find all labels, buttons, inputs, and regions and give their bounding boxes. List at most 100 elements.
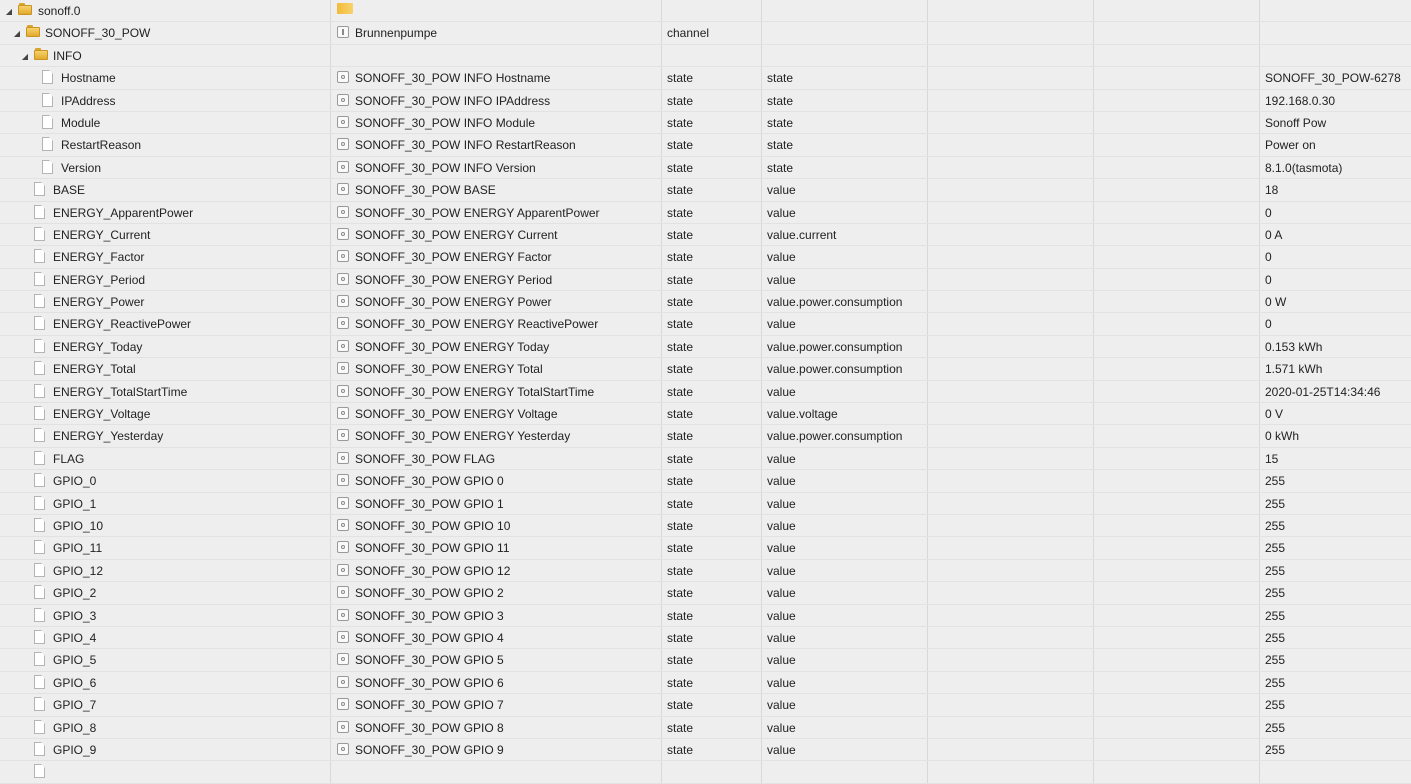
tree-row[interactable]: ◢ sonoff.0: [0, 0, 1411, 23]
state-icon: [337, 384, 349, 397]
id-cell[interactable]: ENERGY_Power: [0, 291, 331, 313]
value-cell: Power on: [1260, 134, 1411, 155]
file-icon: [34, 697, 45, 712]
id-cell[interactable]: ENERGY_Current: [0, 223, 331, 246]
id-cell[interactable]: Version: [0, 156, 331, 179]
value-cell: 0.153 kWh: [1260, 336, 1411, 357]
tree-row[interactable]: ENERGY_ReactivePower SONOFF_30_POW ENERGY…: [0, 313, 1411, 336]
id-cell[interactable]: BASE: [0, 179, 331, 201]
tree-row[interactable]: GPIO_7 SONOFF_30_POW GPIO 7 state value 255: [0, 694, 1411, 717]
tree-row[interactable]: GPIO_4 SONOFF_30_POW GPIO 4 state value 255: [0, 626, 1411, 650]
id-cell[interactable]: ◢ SONOFF_30_POW: [0, 22, 331, 44]
object-name: GPIO_3: [53, 608, 97, 623]
tree-row[interactable]: ENERGY_Current SONOFF_30_POW ENERGY Curre…: [0, 223, 1411, 247]
tree-row[interactable]: GPIO_10 SONOFF_30_POW GPIO 10 state value 25…: [0, 514, 1411, 538]
id-cell[interactable]: GPIO_5: [0, 649, 331, 671]
file-icon: [34, 338, 45, 353]
tree-row[interactable]: Module SONOFF_30_POW INFO Module state stat…: [0, 111, 1411, 135]
tree-row[interactable]: IPAddress SONOFF_30_POW INFO IPAddress sta…: [0, 89, 1411, 112]
tree-row[interactable]: ENERGY_ApparentPower SONOFF_30_POW ENERGY…: [0, 201, 1411, 224]
id-cell[interactable]: ENERGY_TotalStartTime: [0, 380, 331, 403]
function-cell: [1094, 447, 1260, 470]
id-cell[interactable]: GPIO_12: [0, 559, 331, 582]
room-cell: [928, 649, 1094, 671]
object-role: state: [767, 138, 794, 153]
role-cell: value: [762, 313, 928, 335]
id-cell[interactable]: ENERGY_Voltage: [0, 403, 331, 425]
tree-row[interactable]: GPIO_8 SONOFF_30_POW GPIO 8 state value 255: [0, 716, 1411, 739]
tree-row[interactable]: GPIO_3 SONOFF_30_POW GPIO 3 state value 255: [0, 604, 1411, 627]
object-name: ENERGY_TotalStartTime: [53, 384, 188, 399]
expand-toggle-icon[interactable]: ◢: [4, 5, 14, 18]
id-cell[interactable]: ENERGY_Period: [0, 268, 331, 291]
value-cell: 0 kWh: [1260, 425, 1411, 446]
id-cell[interactable]: ENERGY_ApparentPower: [0, 201, 331, 223]
tree-row[interactable]: BASE SONOFF_30_POW BASE state value 18: [0, 179, 1411, 202]
id-cell[interactable]: ENERGY_ReactivePower: [0, 313, 331, 335]
value-cell: 255: [1260, 694, 1411, 715]
tree-row[interactable]: RestartReason SONOFF_30_POW INFO RestartR…: [0, 134, 1411, 157]
tree-row[interactable]: ENERGY_Factor SONOFF_30_POW ENERGY Factor…: [0, 246, 1411, 269]
tree-row[interactable]: FLAG SONOFF_30_POW FLAG state value 15: [0, 447, 1411, 471]
file-icon: [34, 428, 45, 443]
tree-row[interactable]: GPIO_5 SONOFF_30_POW GPIO 5 state value 255: [0, 649, 1411, 672]
id-cell[interactable]: ENERGY_Total: [0, 358, 331, 380]
tree-row[interactable]: ENERGY_Power SONOFF_30_POW ENERGY Power st…: [0, 291, 1411, 314]
tree-row[interactable]: GPIO_12 SONOFF_30_POW GPIO 12 state value 25…: [0, 559, 1411, 583]
id-cell[interactable]: ◢ sonoff.0: [0, 0, 331, 22]
role-cell: value: [762, 380, 928, 403]
tree-row[interactable]: GPIO_2 SONOFF_30_POW GPIO 2 state value 255: [0, 582, 1411, 605]
tree-row[interactable]: ◢ INFO: [0, 44, 1411, 68]
tree-row[interactable]: GPIO_9 SONOFF_30_POW GPIO 9 state value 255: [0, 738, 1411, 762]
tree-row[interactable]: ENERGY_TotalStartTime SONOFF_30_POW ENERG…: [0, 380, 1411, 404]
id-cell[interactable]: GPIO_6: [0, 671, 331, 694]
expand-toggle-icon[interactable]: ◢: [20, 50, 30, 63]
id-cell[interactable]: GPIO_3: [0, 604, 331, 626]
id-cell[interactable]: IPAddress: [0, 89, 331, 111]
tree-row[interactable]: GPIO_6 SONOFF_30_POW GPIO 6 state value 255: [0, 671, 1411, 695]
tree-row[interactable]: ENERGY_Voltage SONOFF_30_POW ENERGY Volta…: [0, 403, 1411, 426]
folder-icon: [18, 3, 32, 15]
tree-row[interactable]: GPIO_1 SONOFF_30_POW GPIO 1 state value 255: [0, 492, 1411, 515]
id-cell[interactable]: Module: [0, 111, 331, 134]
tree-row[interactable]: GPIO_0 SONOFF_30_POW GPIO 0 state value 255: [0, 470, 1411, 493]
id-cell[interactable]: GPIO_1: [0, 492, 331, 514]
value-cell: 0 V: [1260, 403, 1411, 424]
id-cell[interactable]: GPIO_10: [0, 514, 331, 537]
id-cell[interactable]: GPIO_4: [0, 626, 331, 649]
id-cell[interactable]: GPIO_11: [0, 537, 331, 559]
tree-row[interactable]: [0, 761, 1411, 784]
tree-row[interactable]: ENERGY_Period SONOFF_30_POW ENERGY Period…: [0, 268, 1411, 292]
file-icon: [34, 182, 45, 197]
tree-row[interactable]: ENERGY_Total SONOFF_30_POW ENERGY Total st…: [0, 358, 1411, 381]
id-cell[interactable]: RestartReason: [0, 134, 331, 156]
id-cell[interactable]: GPIO_0: [0, 470, 331, 492]
id-cell[interactable]: Hostname: [0, 67, 331, 89]
id-cell[interactable]: FLAG: [0, 447, 331, 470]
id-cell[interactable]: ENERGY_Yesterday: [0, 425, 331, 447]
role-cell: value: [762, 559, 928, 582]
id-cell[interactable]: ◢ INFO: [0, 44, 331, 67]
state-icon: [337, 630, 349, 643]
id-cell[interactable]: ENERGY_Today: [0, 335, 331, 358]
id-cell[interactable]: GPIO_7: [0, 694, 331, 716]
id-cell[interactable]: GPIO_2: [0, 582, 331, 604]
id-cell[interactable]: [0, 761, 331, 783]
tree-row[interactable]: ◢ SONOFF_30_POW Brunnenpumpe channel: [0, 22, 1411, 45]
name-cell: SONOFF_30_POW ENERGY ApparentPower: [331, 201, 662, 223]
id-cell[interactable]: ENERGY_Factor: [0, 246, 331, 268]
expand-toggle-icon[interactable]: ◢: [12, 27, 22, 40]
room-cell: [928, 492, 1094, 514]
type-cell: state: [662, 223, 762, 246]
role-cell: value: [762, 246, 928, 268]
object-description: SONOFF_30_POW GPIO 9: [355, 742, 504, 757]
id-cell[interactable]: GPIO_9: [0, 738, 331, 761]
tree-row[interactable]: GPIO_11 SONOFF_30_POW GPIO 11 state value 25…: [0, 537, 1411, 560]
tree-row[interactable]: ENERGY_Today SONOFF_30_POW ENERGY Today st…: [0, 335, 1411, 359]
tree-row[interactable]: Hostname SONOFF_30_POW INFO Hostname state…: [0, 67, 1411, 90]
tree-row[interactable]: ENERGY_Yesterday SONOFF_30_POW ENERGY Yes…: [0, 425, 1411, 448]
tree-row[interactable]: Version SONOFF_30_POW INFO Version state st…: [0, 156, 1411, 180]
object-type: state: [667, 295, 694, 310]
id-cell[interactable]: GPIO_8: [0, 716, 331, 738]
object-description: SONOFF_30_POW FLAG: [355, 451, 496, 466]
